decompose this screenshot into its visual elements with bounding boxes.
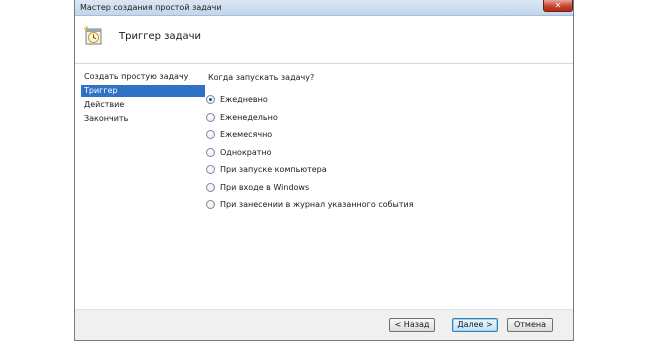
option-label: При входе в Windows (220, 182, 310, 192)
title-bar[interactable]: Мастер создания простой задачи ✕ (75, 0, 573, 16)
option-monthly[interactable]: Ежемесячно (206, 126, 414, 144)
radio-at-startup[interactable] (206, 165, 215, 175)
option-label: Ежедневно (220, 95, 268, 105)
option-label: Еженедельно (220, 112, 278, 122)
next-button[interactable]: Далее > (452, 318, 498, 332)
window-title: Мастер создания простой задачи (80, 3, 222, 12)
option-at-logon[interactable]: При входе в Windows (206, 179, 414, 197)
option-on-event[interactable]: При занесении в журнал указанного событи… (206, 196, 414, 214)
option-label: При занесении в журнал указанного событи… (220, 200, 414, 210)
trigger-options: Ежедневно Еженедельно Ежемесячно Однокра… (206, 91, 414, 214)
option-label: При запуске компьютера (220, 165, 327, 175)
wizard-window: Мастер создания простой задачи ✕ Триггер… (74, 0, 574, 341)
wizard-footer: < Назад Далее > Отмена (75, 309, 573, 340)
option-label: Ежемесячно (220, 130, 273, 140)
radio-daily[interactable] (206, 95, 215, 105)
option-daily[interactable]: Ежедневно (206, 91, 414, 109)
step-trigger[interactable]: Триггер (81, 85, 205, 97)
step-create-task[interactable]: Создать простую задачу (81, 71, 205, 83)
radio-once[interactable] (206, 147, 215, 157)
radio-weekly[interactable] (206, 112, 215, 122)
option-label: Однократно (220, 147, 272, 157)
steps-list: Создать простую задачу Триггер Действие … (81, 71, 205, 127)
radio-monthly[interactable] (206, 130, 215, 140)
wizard-content: Создать простую задачу Триггер Действие … (75, 65, 573, 309)
option-once[interactable]: Однократно (206, 144, 414, 162)
option-at-startup[interactable]: При запуске компьютера (206, 161, 414, 179)
calendar-clock-icon (83, 25, 102, 45)
radio-at-logon[interactable] (206, 182, 215, 192)
option-weekly[interactable]: Еженедельно (206, 109, 414, 127)
back-button[interactable]: < Назад (389, 318, 435, 332)
step-finish[interactable]: Закончить (81, 113, 205, 125)
cancel-button[interactable]: Отмена (507, 318, 553, 332)
step-action[interactable]: Действие (81, 99, 205, 111)
close-icon: ✕ (554, 1, 562, 10)
page-title: Триггер задачи (119, 31, 202, 42)
trigger-question: Когда запускать задачу? (208, 73, 315, 82)
wizard-header: Триггер задачи (75, 16, 573, 64)
close-button[interactable]: ✕ (543, 0, 573, 12)
radio-on-event[interactable] (206, 200, 215, 210)
